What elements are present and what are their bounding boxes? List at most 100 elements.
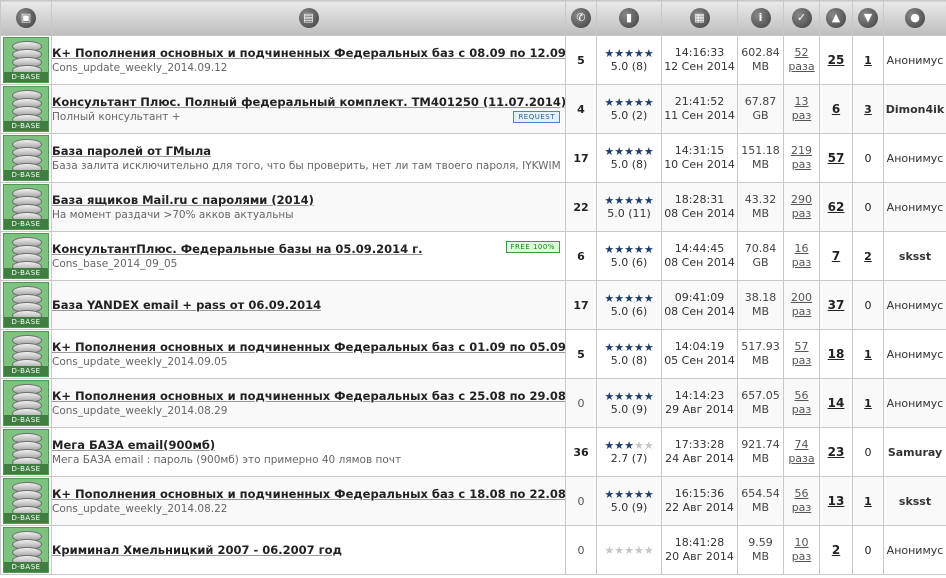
star-icon: ★ [624, 439, 634, 452]
torrent-title-link[interactable]: Консультант Плюс. Полный федеральный ком… [52, 95, 565, 109]
column-header-downloaded[interactable]: ✓ [783, 0, 820, 36]
author-name[interactable]: sksst [883, 476, 946, 526]
rating-cell: ★★★★★ [596, 525, 662, 575]
database-icon[interactable]: D-BASE [3, 282, 49, 328]
comments-count[interactable]: 0 [565, 476, 597, 526]
comments-count[interactable]: 36 [565, 427, 597, 477]
torrent-title-link[interactable]: База YANDEX email + pass от 06.09.2014 [52, 298, 565, 312]
seeders-count[interactable]: 25 [819, 35, 853, 85]
downloaded-cell[interactable]: 57 раз [783, 329, 820, 379]
rating-stars[interactable]: ★★★★★ [604, 145, 653, 158]
downloaded-cell[interactable]: 74 раза [783, 427, 820, 477]
comments-count[interactable]: 22 [565, 182, 597, 232]
torrent-title-link[interactable]: База ящиков Mail.ru с паролями (2014) [52, 193, 565, 207]
downloaded-cell[interactable]: 16 раз [783, 231, 820, 281]
database-icon[interactable]: D-BASE [3, 37, 49, 83]
rating-stars[interactable]: ★★★★★ [604, 544, 653, 557]
downloaded-cell[interactable]: 56 раз [783, 378, 820, 428]
added-time: 17:33:28 [674, 438, 725, 451]
torrent-title-link[interactable]: Мега БАЗА email(900мб) [52, 438, 565, 452]
category-icon-cell[interactable]: D-BASE [0, 231, 52, 281]
column-header-document[interactable]: ▤ [51, 0, 566, 36]
database-icon[interactable]: D-BASE [3, 86, 49, 132]
database-icon[interactable]: D-BASE [3, 331, 49, 377]
category-icon-cell[interactable]: D-BASE [0, 476, 52, 526]
seeders-count[interactable]: 37 [819, 280, 853, 330]
category-icon-cell[interactable]: D-BASE [0, 427, 52, 477]
seeders-count[interactable]: 62 [819, 182, 853, 232]
torrent-title-link[interactable]: К+ Пополнения основных и подчиненных Фед… [52, 340, 565, 354]
torrent-title-link[interactable]: К+ Пополнения основных и подчиненных Фед… [52, 389, 565, 403]
comments-count[interactable]: 17 [565, 133, 597, 183]
category-icon-cell[interactable]: D-BASE [0, 133, 52, 183]
leechers-count[interactable]: 1 [852, 35, 884, 85]
database-icon[interactable]: D-BASE [3, 233, 49, 279]
downloaded-cell[interactable]: 219 раз [783, 133, 820, 183]
rating-stars[interactable]: ★★★★★ [604, 292, 653, 305]
category-icon-cell[interactable]: D-BASE [0, 378, 52, 428]
comments-count[interactable]: 0 [565, 525, 597, 575]
rating-stars[interactable]: ★★★★★ [604, 341, 653, 354]
author-name[interactable]: Dimon4ik [883, 84, 946, 134]
downloaded-cell[interactable]: 52 раза [783, 35, 820, 85]
torrent-title-link[interactable]: База паролей от ГМыла [52, 144, 565, 158]
comments-count[interactable]: 17 [565, 280, 597, 330]
leechers-count[interactable]: 1 [852, 378, 884, 428]
downloaded-cell[interactable]: 56 раз [783, 476, 820, 526]
database-icon[interactable]: D-BASE [3, 527, 49, 573]
column-header-comments[interactable]: ✆ [565, 0, 597, 36]
seeders-count[interactable]: 57 [819, 133, 853, 183]
seeders-count[interactable]: 14 [819, 378, 853, 428]
torrent-title-link[interactable]: КонсультантПлюс. Федеральные базы на 05.… [52, 242, 565, 256]
leechers-count[interactable]: 2 [852, 231, 884, 281]
comments-count[interactable]: 5 [565, 35, 597, 85]
comments-count[interactable]: 6 [565, 231, 597, 281]
category-icon-cell[interactable]: D-BASE [0, 525, 52, 575]
rating-stars[interactable]: ★★★★★ [604, 194, 653, 207]
database-icon[interactable]: D-BASE [3, 478, 49, 524]
column-header-info[interactable]: i [737, 0, 784, 36]
comments-count[interactable]: 4 [565, 84, 597, 134]
leechers-count[interactable]: 3 [852, 84, 884, 134]
downloaded-cell[interactable]: 200 раз [783, 280, 820, 330]
leechers-count[interactable]: 1 [852, 476, 884, 526]
rating-stars[interactable]: ★★★★★ [604, 243, 653, 256]
database-icon[interactable]: D-BASE [3, 380, 49, 426]
database-icon[interactable]: D-BASE [3, 135, 49, 181]
downloaded-cell[interactable]: 13 раз [783, 84, 820, 134]
rating-stars[interactable]: ★★★★★ [604, 488, 653, 501]
column-header-leechers[interactable]: ▼ [852, 0, 884, 36]
torrent-title-link[interactable]: Криминал Хмельницкий 2007 - 06.2007 год [52, 543, 565, 557]
torrent-title-link[interactable]: К+ Пополнения основных и подчиненных Фед… [52, 487, 565, 501]
torrent-title-link[interactable]: К+ Пополнения основных и подчиненных Фед… [52, 46, 565, 60]
column-header-date[interactable]: ▦ [661, 0, 738, 36]
comments-count[interactable]: 5 [565, 329, 597, 379]
seeders-count[interactable]: 7 [819, 231, 853, 281]
rating-stars[interactable]: ★★★★★ [604, 439, 653, 452]
category-icon-cell[interactable]: D-BASE [0, 329, 52, 379]
category-icon-cell[interactable]: D-BASE [0, 35, 52, 85]
author-name[interactable]: Samuray [883, 427, 946, 477]
seeders-count[interactable]: 13 [819, 476, 853, 526]
column-header-author[interactable]: ● [883, 0, 946, 36]
rating-stars[interactable]: ★★★★★ [604, 47, 653, 60]
column-header-rating[interactable]: ▮ [596, 0, 662, 36]
category-icon-cell[interactable]: D-BASE [0, 84, 52, 134]
rating-stars[interactable]: ★★★★★ [604, 390, 653, 403]
seeders-count[interactable]: 6 [819, 84, 853, 134]
author-name[interactable]: sksst [883, 231, 946, 281]
downloaded-cell[interactable]: 10 раз [783, 525, 820, 575]
database-icon[interactable]: D-BASE [3, 429, 49, 475]
seeders-count[interactable]: 23 [819, 427, 853, 477]
category-icon-cell[interactable]: D-BASE [0, 182, 52, 232]
rating-stars[interactable]: ★★★★★ [604, 96, 653, 109]
seeders-count[interactable]: 18 [819, 329, 853, 379]
downloaded-cell[interactable]: 290 раз [783, 182, 820, 232]
category-icon-cell[interactable]: D-BASE [0, 280, 52, 330]
leechers-count[interactable]: 1 [852, 329, 884, 379]
comments-count[interactable]: 0 [565, 378, 597, 428]
seeders-count[interactable]: 2 [819, 525, 853, 575]
column-header-folder[interactable]: ▣ [0, 0, 52, 36]
database-icon[interactable]: D-BASE [3, 184, 49, 230]
column-header-seeders[interactable]: ▲ [819, 0, 853, 36]
